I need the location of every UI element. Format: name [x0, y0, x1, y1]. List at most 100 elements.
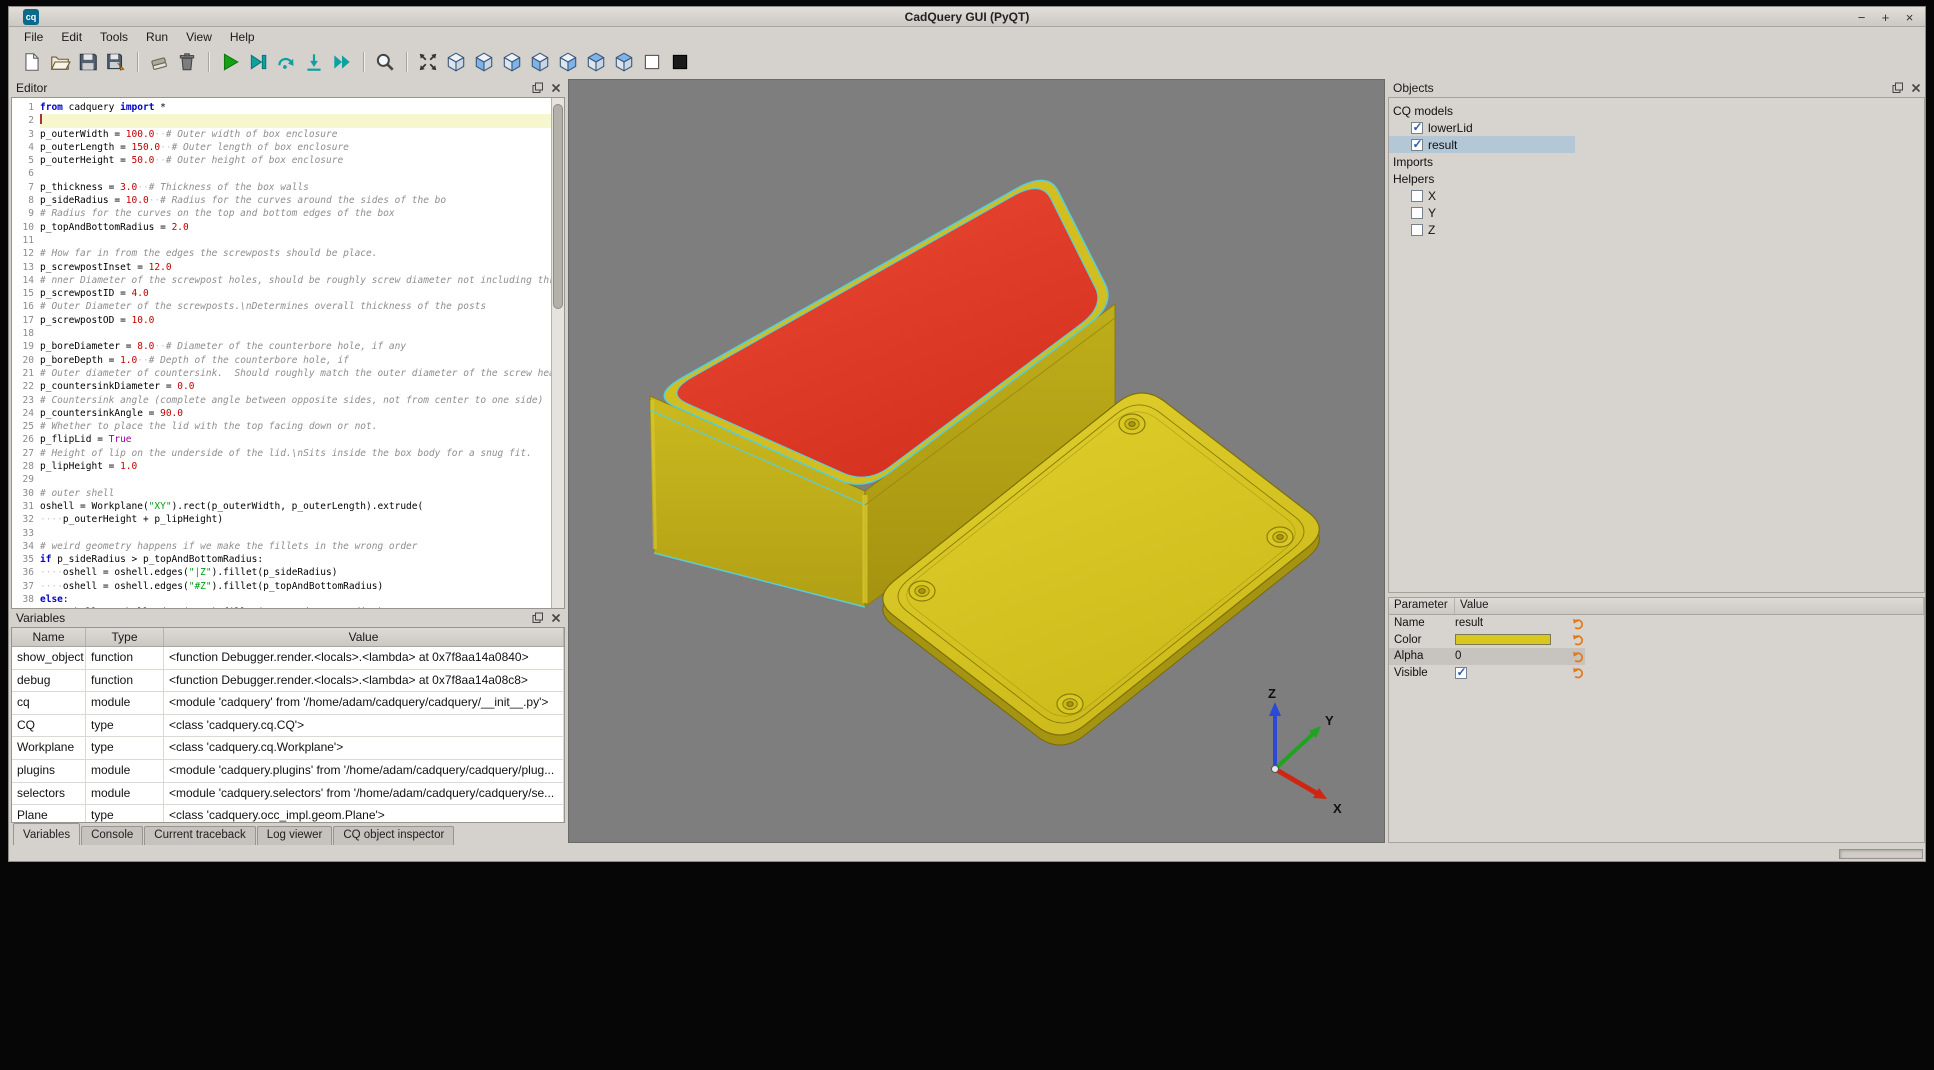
menu-file[interactable]: File [15, 28, 52, 46]
parameter-row-color[interactable]: Color [1389, 632, 1585, 649]
parameter-row-alpha[interactable]: Alpha0 [1389, 648, 1585, 665]
parameter-value[interactable] [1455, 667, 1569, 679]
code-line[interactable]: 28p_lipHeight = 1.0 [12, 460, 551, 473]
code-line[interactable]: 23# Countersink angle (complete angle be… [12, 394, 551, 407]
parameter-row-visible[interactable]: Visible [1389, 665, 1585, 682]
editor-scrollbar[interactable] [551, 98, 564, 608]
delete-icon[interactable] [176, 51, 198, 73]
code-line[interactable]: 26p_flipLid = True [12, 433, 551, 446]
variables-column-header[interactable]: Type [86, 628, 164, 646]
objects-float-icon[interactable] [1892, 82, 1904, 94]
variables-column-header[interactable]: Value [164, 628, 564, 646]
tree-item-x[interactable]: X [1389, 187, 1924, 204]
view-front-icon[interactable] [473, 51, 495, 73]
code-line[interactable]: 19p_boreDiameter = 8.0··# Diameter of th… [12, 340, 551, 353]
shaded-icon[interactable] [669, 51, 691, 73]
open-icon[interactable] [49, 51, 71, 73]
code-line[interactable]: 36····oshell = oshell.edges("|Z").fillet… [12, 566, 551, 579]
variable-row[interactable]: Workplanetype<class 'cadquery.cq.Workpla… [12, 737, 564, 760]
variables-close-icon[interactable] [550, 612, 562, 624]
editor-close-icon[interactable] [550, 82, 562, 94]
code-line[interactable]: 21# Outer diameter of countersink. Shoul… [12, 367, 551, 380]
variable-row[interactable]: pluginsmodule<module 'cadquery.plugins' … [12, 760, 564, 783]
menu-help[interactable]: Help [221, 28, 264, 46]
visibility-checkbox[interactable] [1411, 139, 1423, 151]
parameter-value[interactable]: result [1455, 617, 1569, 629]
viewport-3d[interactable]: Z Y X [568, 79, 1385, 843]
reset-default-icon[interactable] [1572, 650, 1585, 663]
code-line[interactable]: 7p_thickness = 3.0··# Thickness of the b… [12, 181, 551, 194]
fit-all-icon[interactable] [417, 51, 439, 73]
tree-item-result[interactable]: result [1389, 136, 1575, 153]
code-line[interactable]: 18 [12, 327, 551, 340]
maximize-button[interactable]: + [1878, 10, 1893, 25]
variable-row[interactable]: debugfunction<function Debugger.render.<… [12, 670, 564, 693]
code-line[interactable]: 20p_boreDepth = 1.0··# Depth of the coun… [12, 354, 551, 367]
code-editor[interactable]: 1from cadquery import *23p_outerWidth = … [11, 97, 565, 609]
code-lines[interactable]: 1from cadquery import *23p_outerWidth = … [12, 101, 551, 608]
visibility-checkbox[interactable] [1411, 207, 1423, 219]
zoom-icon[interactable] [374, 51, 396, 73]
close-button[interactable]: × [1902, 10, 1917, 25]
code-line[interactable]: 27# Height of lip on the underside of th… [12, 447, 551, 460]
code-line[interactable]: 11 [12, 234, 551, 247]
variable-row[interactable]: selectorsmodule<module 'cadquery.selecto… [12, 783, 564, 806]
code-line[interactable]: 38else: [12, 593, 551, 606]
clear-icon[interactable] [148, 51, 170, 73]
code-line[interactable]: 34# weird geometry happens if we make th… [12, 540, 551, 553]
code-line[interactable]: 12# How far in from the edges the screwp… [12, 247, 551, 260]
view-bottom-icon[interactable] [613, 51, 635, 73]
visibility-checkbox[interactable] [1411, 122, 1423, 134]
code-line[interactable]: 39····oshell = oshell.edges("#Z").fillet… [12, 606, 551, 608]
visibility-checkbox[interactable] [1411, 190, 1423, 202]
tree-item-lowerlid[interactable]: lowerLid [1389, 119, 1924, 136]
code-line[interactable]: 31oshell = Workplane("XY").rect(p_outerW… [12, 500, 551, 513]
color-swatch[interactable] [1455, 634, 1551, 645]
reset-default-icon[interactable] [1572, 666, 1585, 679]
step-over-icon[interactable] [275, 51, 297, 73]
view-back-icon[interactable] [501, 51, 523, 73]
code-line[interactable]: 22p_countersinkDiameter = 0.0 [12, 380, 551, 393]
tab-console[interactable]: Console [81, 826, 143, 845]
view-iso-icon[interactable] [445, 51, 467, 73]
tab-variables[interactable]: Variables [13, 823, 80, 845]
new-icon[interactable] [21, 51, 43, 73]
objects-close-icon[interactable] [1910, 82, 1922, 94]
reset-default-icon[interactable] [1572, 633, 1585, 646]
variable-row[interactable]: Planetype<class 'cadquery.occ_impl.geom.… [12, 805, 564, 823]
tree-item-cq-models[interactable]: CQ models [1389, 102, 1924, 119]
code-line[interactable]: 5p_outerHeight = 50.0··# Outer height of… [12, 154, 551, 167]
tab-cq-object-inspector[interactable]: CQ object inspector [333, 826, 454, 845]
tree-item-y[interactable]: Y [1389, 204, 1924, 221]
save-as-icon[interactable] [105, 51, 127, 73]
code-line[interactable]: 16# Outer Diameter of the screwposts.\nD… [12, 300, 551, 313]
menu-run[interactable]: Run [137, 28, 177, 46]
variable-row[interactable]: show_objectfunction<function Debugger.re… [12, 647, 564, 670]
code-line[interactable]: 3p_outerWidth = 100.0··# Outer width of … [12, 128, 551, 141]
code-line[interactable]: 30# outer shell [12, 487, 551, 500]
parameter-value[interactable] [1455, 634, 1569, 645]
code-line[interactable]: 35if p_sideRadius > p_topAndBottomRadius… [12, 553, 551, 566]
parameter-row-name[interactable]: Nameresult [1389, 615, 1585, 632]
tree-item-imports[interactable]: Imports [1389, 153, 1924, 170]
parameter-column-header[interactable]: Parameter [1389, 598, 1455, 614]
menu-view[interactable]: View [177, 28, 221, 46]
code-line[interactable]: 2 [12, 114, 551, 127]
code-line[interactable]: 25# Whether to place the lid with the to… [12, 420, 551, 433]
code-line[interactable]: 6 [12, 167, 551, 180]
view-right-icon[interactable] [557, 51, 579, 73]
tab-log-viewer[interactable]: Log viewer [257, 826, 333, 845]
debug-icon[interactable] [247, 51, 269, 73]
editor-float-icon[interactable] [532, 82, 544, 94]
code-line[interactable]: 17p_screwpostOD = 10.0 [12, 314, 551, 327]
code-line[interactable]: 37····oshell = oshell.edges("#Z").fillet… [12, 580, 551, 593]
code-line[interactable]: 1from cadquery import * [12, 101, 551, 114]
parameter-column-header[interactable]: Value [1455, 598, 1924, 614]
code-line[interactable]: 14# nner Diameter of the screwpost holes… [12, 274, 551, 287]
variables-column-header[interactable]: Name [12, 628, 86, 646]
code-line[interactable]: 13p_screwpostInset = 12.0 [12, 261, 551, 274]
code-line[interactable]: 15p_screwpostID = 4.0 [12, 287, 551, 300]
variable-row[interactable]: cqmodule<module 'cadquery' from '/home/a… [12, 692, 564, 715]
code-line[interactable]: 10p_topAndBottomRadius = 2.0 [12, 221, 551, 234]
variables-float-icon[interactable] [532, 612, 544, 624]
